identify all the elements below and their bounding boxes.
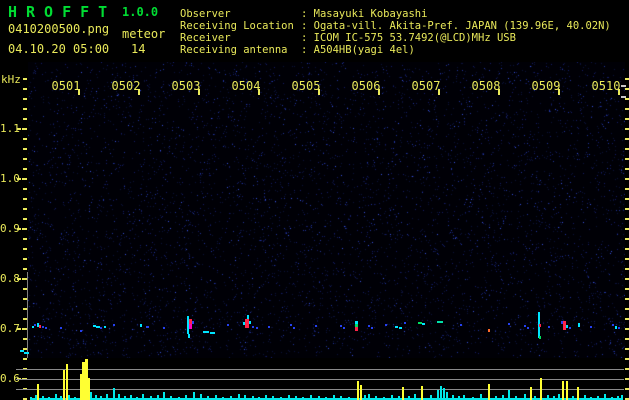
level-bar-cyan xyxy=(113,388,115,400)
level-bar-cyan xyxy=(398,396,400,400)
hrofft-output-screen: HROFFT 1.0.0 0410200500.png meteor 04.10… xyxy=(0,0,629,400)
level-bar-cyan xyxy=(502,395,504,400)
level-bar-cyan xyxy=(130,395,132,400)
level-bar-cyan xyxy=(68,395,70,400)
level-bar-cyan xyxy=(368,394,370,400)
level-bar-cyan xyxy=(408,396,410,400)
level-bar-cyan xyxy=(584,395,586,400)
level-bar-cyan xyxy=(524,394,526,400)
level-bar-cyan xyxy=(106,394,108,400)
level-bar-cyan xyxy=(90,392,92,400)
level-bar-cyan xyxy=(440,386,442,400)
level-bar-cyan xyxy=(597,396,599,400)
level-bar-cyan xyxy=(150,396,152,400)
level-bar-cyan xyxy=(553,396,555,400)
level-bar-cyan xyxy=(446,392,448,400)
level-bar-cyan xyxy=(60,396,62,400)
level-bar-cyan xyxy=(364,395,366,400)
level-bar-cyan xyxy=(558,394,560,400)
level-bar-yellow xyxy=(566,381,568,400)
level-bar-cyan xyxy=(207,396,209,400)
level-bar-cyan xyxy=(142,394,144,400)
level-bar-cyan xyxy=(414,394,416,400)
level-bar-yellow xyxy=(577,387,579,400)
level-bar-cyan xyxy=(55,394,57,400)
level-bar-yellow xyxy=(37,384,39,400)
level-bar-yellow xyxy=(88,378,90,400)
level-bar-cyan xyxy=(185,395,187,400)
level-bar-cyan xyxy=(252,396,254,400)
signal-level-panel xyxy=(0,0,629,400)
level-bar-cyan xyxy=(480,394,482,400)
level-bar-yellow xyxy=(530,387,532,400)
level-bar-cyan xyxy=(391,395,393,400)
level-bar-cyan xyxy=(617,396,619,400)
level-grid-line xyxy=(16,389,624,390)
level-bar-cyan xyxy=(193,392,195,400)
level-bar-cyan xyxy=(604,394,606,400)
level-bar-yellow xyxy=(421,386,423,400)
level-bar-cyan xyxy=(157,395,159,400)
level-bar-cyan xyxy=(100,396,102,400)
level-bar-cyan xyxy=(288,395,290,400)
level-bar-cyan xyxy=(215,395,217,400)
level-bar-cyan xyxy=(340,396,342,400)
level-bar-cyan xyxy=(430,395,432,400)
level-bar-cyan xyxy=(272,396,274,400)
level-grid-line xyxy=(16,369,624,370)
level-bar-cyan xyxy=(463,395,465,400)
level-bar-cyan xyxy=(244,395,246,400)
level-bar-cyan xyxy=(170,396,172,400)
level-bar-cyan xyxy=(375,396,377,400)
level-bar-cyan xyxy=(295,396,297,400)
level-bar-yellow xyxy=(360,385,362,400)
level-bar-cyan xyxy=(265,395,267,400)
level-bar-cyan xyxy=(437,390,439,400)
level-bar-cyan xyxy=(621,395,623,400)
level-bar-yellow xyxy=(488,384,490,400)
level-bar-yellow xyxy=(63,370,65,400)
level-bar-cyan xyxy=(163,392,165,400)
level-bar-cyan xyxy=(534,396,536,400)
level-bar-cyan xyxy=(200,394,202,400)
level-bar-cyan xyxy=(515,396,517,400)
level-bar-cyan xyxy=(124,396,126,400)
level-bar-cyan xyxy=(508,390,510,400)
level-bar-cyan xyxy=(333,395,335,400)
level-bar-yellow xyxy=(540,378,542,400)
level-bar-cyan xyxy=(495,396,497,400)
level-bar-cyan xyxy=(238,394,240,400)
level-bar-yellow xyxy=(66,364,68,400)
level-bar-cyan xyxy=(572,396,574,400)
level-bar-cyan xyxy=(230,396,232,400)
level-grid-line xyxy=(16,379,624,380)
level-bar-yellow xyxy=(357,381,359,400)
level-bar-cyan xyxy=(443,388,445,400)
level-bar-cyan xyxy=(452,395,454,400)
level-bar-cyan xyxy=(310,395,312,400)
level-bar-cyan xyxy=(318,396,320,400)
level-bar-yellow xyxy=(402,387,404,400)
level-bar-cyan xyxy=(42,396,44,400)
level-bar-cyan xyxy=(458,396,460,400)
level-bar-yellow xyxy=(562,381,564,400)
level-bar-cyan xyxy=(95,395,97,400)
level-bar-cyan xyxy=(118,394,120,400)
level-bar-cyan xyxy=(547,395,549,400)
